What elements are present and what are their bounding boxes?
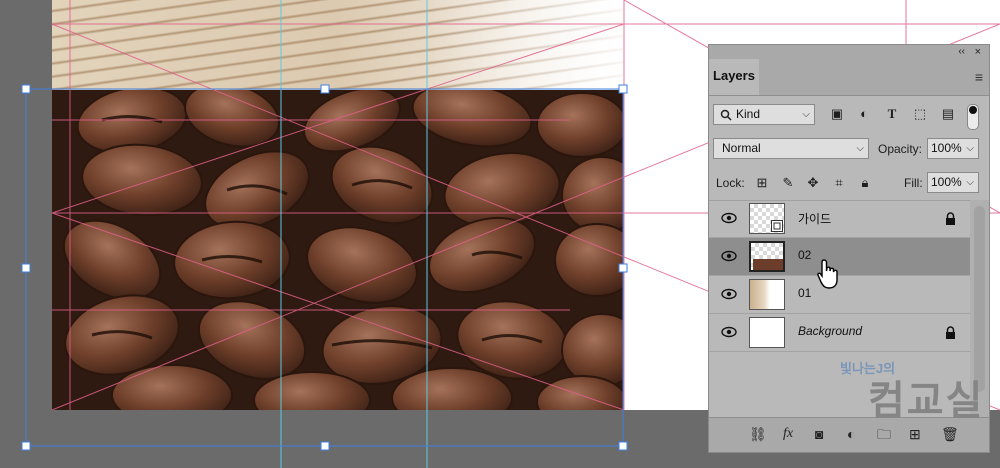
hand-cursor-icon <box>817 259 838 289</box>
filter-row: Kind ⌵ ▣ ◐ T ⬚ ▤ <box>709 96 989 132</box>
wood-fade-gradient <box>432 0 652 90</box>
new-layer-icon[interactable]: ⊞ <box>909 425 921 443</box>
lock-all-icon[interactable]: 🔒︎ <box>854 173 876 193</box>
search-icon <box>720 109 732 121</box>
layer-row-guide[interactable]: 가이드 <box>709 200 972 238</box>
new-group-icon[interactable]: 🗀︎ <box>877 425 891 443</box>
layer-name[interactable]: 01 <box>798 286 811 300</box>
adjustment-filter-icon[interactable]: ◐ <box>853 104 875 124</box>
eye-icon[interactable] <box>721 210 737 226</box>
lock-label: Lock: <box>716 176 745 190</box>
add-mask-icon[interactable]: ◙ <box>815 425 823 443</box>
fill-label: Fill: <box>904 176 923 190</box>
blend-row: Normal ⌵ Opacity: 100% ⌵ <box>709 132 989 165</box>
fill-input[interactable]: 100% ⌵ <box>927 172 979 193</box>
fill-value: 100% <box>931 175 962 189</box>
lock-artboard-icon[interactable]: ⌗ <box>828 173 850 193</box>
new-adjustment-icon[interactable]: ◐ <box>847 425 855 443</box>
lock-transparent-icon[interactable]: ⊞ <box>751 173 773 193</box>
chevron-down-icon: ⌵ <box>856 143 864 154</box>
layer-thumbnail <box>749 203 785 234</box>
type-filter-icon[interactable]: T <box>881 104 903 124</box>
filter-kind-select[interactable]: Kind ⌵ <box>713 104 815 125</box>
layer-name[interactable]: 가이드 <box>798 210 831 227</box>
image-filter-icon[interactable]: ▣ <box>826 104 848 124</box>
blend-mode-value: Normal <box>722 141 761 155</box>
eye-icon[interactable] <box>721 324 737 340</box>
filter-toggle-icon[interactable] <box>967 104 979 130</box>
fx-icon[interactable]: fx <box>783 425 793 443</box>
chevron-down-icon: ⌵ <box>966 177 974 188</box>
opacity-label: Opacity: <box>878 142 923 156</box>
blend-mode-select[interactable]: Normal ⌵ <box>713 138 869 159</box>
lock-row: Lock: ⊞ ✎ ✥ ⌗ 🔒︎ Fill: 100% ⌵ <box>709 165 989 201</box>
layer-row-background[interactable]: Background <box>709 314 972 352</box>
link-layers-icon[interactable]: ⛓ <box>749 425 767 443</box>
coffee-beans-image <box>52 90 623 410</box>
opacity-value: 100% <box>931 141 962 155</box>
layer-name[interactable]: 02 <box>798 248 811 262</box>
lock-icon <box>946 326 955 339</box>
eye-icon[interactable] <box>721 248 737 264</box>
shape-filter-icon[interactable]: ⬚ <box>909 104 931 124</box>
chevron-down-icon: ⌵ <box>802 109 810 120</box>
panel-tab-bar: Layers ≡ <box>709 59 989 96</box>
delete-layer-icon[interactable]: 🗑︎ <box>941 425 959 443</box>
layer-thumbnail <box>749 317 785 348</box>
watermark: 빛나는J의 컴교실 <box>840 358 1000 423</box>
eye-icon[interactable] <box>721 286 737 302</box>
opacity-input[interactable]: 100% ⌵ <box>927 138 979 159</box>
panel-title-strip[interactable]: ‹‹ × <box>709 45 989 59</box>
layer-thumbnail <box>749 279 785 310</box>
smart-object-filter-icon[interactable]: ▤ <box>937 104 959 124</box>
filter-kind-label: Kind <box>736 107 761 121</box>
tab-layers[interactable]: Layers <box>709 59 759 95</box>
chevron-down-icon: ⌵ <box>966 143 974 154</box>
smart-object-badge-icon <box>771 220 783 232</box>
layer-name[interactable]: Background <box>798 324 862 338</box>
close-panel-button[interactable]: × <box>975 45 981 59</box>
lock-position-icon[interactable]: ✥ <box>802 173 824 193</box>
lock-image-icon[interactable]: ✎ <box>777 173 799 193</box>
layer-thumbnail <box>749 241 785 272</box>
watermark-big-text: 컴교실 <box>868 379 985 423</box>
collapse-panel-button[interactable]: ‹‹ <box>958 45 965 59</box>
lock-icon <box>946 212 955 225</box>
panel-menu-icon[interactable]: ≡ <box>975 69 983 85</box>
